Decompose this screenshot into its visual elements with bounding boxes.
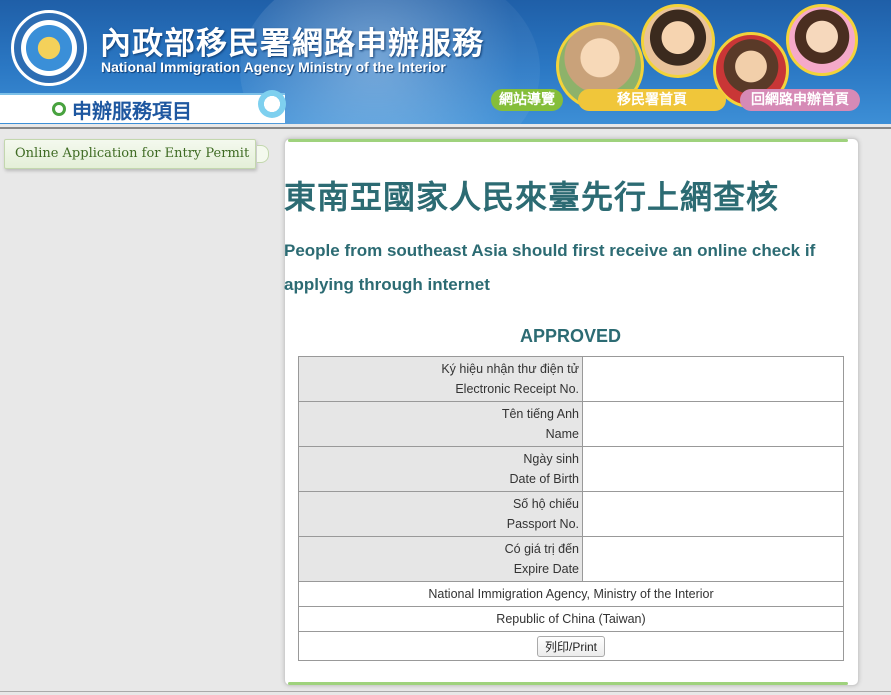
- dob-value: [582, 446, 844, 492]
- nav-sitemap-button[interactable]: 網站導覽: [491, 89, 563, 111]
- nav-online-home-button[interactable]: 回網路申辦首頁: [740, 89, 860, 111]
- label-vi: Có giá trị đến: [504, 542, 579, 556]
- result-table: Ký hiệu nhận thư điện tử Electronic Rece…: [298, 356, 844, 661]
- table-row: Tên tiếng Anh Name: [298, 401, 844, 447]
- row-label: Có giá trị đến Expire Date: [298, 536, 583, 582]
- row-label: Ngày sinh Date of Birth: [298, 446, 583, 492]
- dove-icon: [258, 90, 286, 118]
- passport-no-value: [582, 491, 844, 537]
- approval-status: APPROVED: [520, 326, 622, 346]
- row-label: Số hộ chiếu Passport No.: [298, 491, 583, 537]
- women-photo: [641, 4, 715, 78]
- site-title-en: National Immigration Agency Ministry of …: [101, 59, 446, 75]
- table-row: Republic of China (Taiwan): [298, 606, 844, 632]
- header-divider: [0, 127, 891, 129]
- table-row: National Immigration Agency, Ministry of…: [298, 581, 844, 607]
- service-items-label: 申辦服務項目: [72, 98, 192, 123]
- name-value: [582, 401, 844, 447]
- label-vi: Ký hiệu nhận thư điện tử: [441, 362, 579, 376]
- table-row: 列印/Print: [298, 631, 844, 661]
- table-row: Ngày sinh Date of Birth: [298, 446, 844, 492]
- label-en: Expire Date: [513, 562, 579, 576]
- label-vi: Tên tiếng Anh: [501, 407, 579, 421]
- site-title-zh: 內政部移民署網路申辦服務: [100, 26, 484, 62]
- label-en: Name: [545, 427, 579, 441]
- row-label: Ký hiệu nhận thư điện tử Electronic Rece…: [298, 356, 583, 402]
- table-row: Ký hiệu nhận thư điện tử Electronic Rece…: [298, 356, 844, 402]
- print-cell: 列印/Print: [298, 631, 844, 661]
- receipt-no-value: [582, 356, 844, 402]
- girls-photo: [786, 4, 858, 76]
- page-bottom-divider: [0, 691, 891, 692]
- agency-logo: [11, 10, 87, 86]
- table-row: Số hộ chiếu Passport No.: [298, 491, 844, 537]
- page-title-zh: 東南亞國家人民來臺先行上網查核: [284, 178, 780, 216]
- panel-top-accent: [288, 139, 848, 142]
- label-en: Electronic Receipt No.: [455, 382, 579, 396]
- label-vi: Số hộ chiếu: [512, 497, 579, 511]
- sidebar-item-tab: [257, 145, 269, 163]
- nav-agency-home-button[interactable]: 移民署首頁: [578, 89, 726, 111]
- row-label: Tên tiếng Anh Name: [298, 401, 583, 447]
- page-title-en: People from southeast Asia should first …: [284, 241, 816, 294]
- table-row: Có giá trị đến Expire Date: [298, 536, 844, 582]
- circle-arrow-icon: [52, 102, 66, 116]
- service-items-bar: 申辦服務項目: [0, 93, 285, 123]
- sidebar-item-entry-permit[interactable]: Online Application for Entry Permit: [4, 139, 256, 169]
- print-button[interactable]: 列印/Print: [536, 635, 605, 657]
- label-en: Passport No.: [506, 517, 579, 531]
- agency-footer: National Immigration Agency, Ministry of…: [298, 581, 844, 607]
- label-en: Date of Birth: [509, 472, 579, 486]
- panel-bottom-accent: [288, 682, 848, 685]
- country-footer: Republic of China (Taiwan): [298, 606, 844, 632]
- expire-date-value: [582, 536, 844, 582]
- site-header: 內政部移民署網路申辦服務 National Immigration Agency…: [0, 0, 891, 124]
- label-vi: Ngày sinh: [523, 452, 579, 466]
